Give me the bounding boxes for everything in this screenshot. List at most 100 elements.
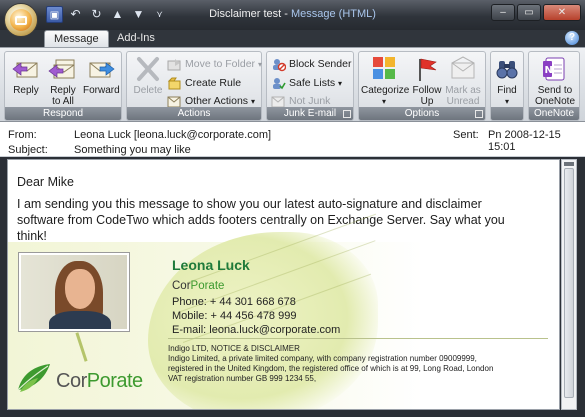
create-rule-button[interactable]: Create Rule: [167, 75, 241, 92]
group-onenote: N Send to OneNote OneNote: [528, 51, 580, 121]
other-actions-label: Other Actions: [185, 95, 249, 107]
forward-button[interactable]: Forward: [83, 55, 120, 96]
delete-x-icon: [133, 55, 163, 83]
signature-company: CorPorate: [172, 280, 224, 292]
onenote-icon: N: [540, 55, 570, 83]
reply-button[interactable]: Reply: [8, 55, 44, 96]
window-frame-bottom: [0, 410, 585, 417]
logo-text-part-1: Cor: [56, 370, 87, 392]
send-to-onenote-button[interactable]: N Send to OneNote: [533, 55, 577, 107]
scroll-up-icon[interactable]: [564, 162, 574, 166]
signature-mobile: Mobile: + 44 456 478 999: [172, 310, 297, 322]
sent-value: Pn 2008-12-15 15:01: [488, 129, 561, 153]
reply-all-button[interactable]: Reply to All: [45, 55, 81, 107]
leaf-stem: [75, 332, 88, 362]
reply-all-label-2: to All: [52, 96, 74, 107]
follow-up-label-2: Up: [420, 96, 434, 107]
binoculars-icon: [492, 55, 522, 83]
vertical-scrollbar[interactable]: [561, 159, 577, 410]
window-title-type: Message (HTML): [290, 8, 376, 20]
safe-lists-icon: [273, 78, 286, 90]
title-bar: ▣ ↶ ↻ ▲ ▼ ⋎ Disclaimer test - Message (H…: [0, 0, 585, 30]
minimize-button[interactable]: –: [491, 4, 515, 21]
folder-move-icon: [167, 59, 181, 71]
follow-up-label-1: Follow: [412, 85, 442, 96]
signature-divider: [168, 338, 548, 339]
help-icon[interactable]: ?: [565, 31, 579, 45]
email-signature: Leona Luck CorPorate Phone: + 44 301 668…: [8, 213, 559, 409]
delete-label: Delete: [133, 85, 163, 96]
legal-disclaimer: Indigo LTD, NOTICE & DISCLAIMER Indigo L…: [168, 344, 558, 384]
delete-button[interactable]: Delete: [130, 55, 166, 96]
categorize-button[interactable]: Categorize ▾: [361, 55, 410, 107]
svg-text:N: N: [545, 65, 553, 76]
group-label-actions: Actions: [127, 107, 261, 120]
move-to-folder-button[interactable]: Move to Folder ▾: [167, 56, 262, 73]
maximize-button[interactable]: ▭: [517, 4, 541, 21]
reply-label: Reply: [13, 85, 39, 96]
logo-text-part-2: Porate: [86, 370, 143, 392]
signature-company-part-2: Porate: [190, 280, 225, 292]
create-rule-label: Create Rule: [185, 77, 242, 89]
window-controls: – ▭ ✕: [491, 4, 581, 21]
block-sender-button[interactable]: Block Sender: [271, 56, 351, 73]
signature-email: E-mail: leona.luck@corporate.com: [172, 324, 341, 336]
safe-lists-button[interactable]: Safe Lists ▾: [271, 75, 342, 92]
mark-as-unread-button[interactable]: Mark as Unread: [445, 55, 481, 107]
office-logo-icon: [10, 9, 32, 31]
categorize-dropdown-icon: ▾: [381, 97, 386, 106]
greeting: Dear Mike: [17, 175, 74, 189]
signature-phone: Phone: + 44 301 668 678: [172, 296, 296, 308]
follow-up-button[interactable]: Follow Up: [409, 55, 445, 107]
block-sender-icon: [273, 59, 286, 72]
signature-company-part-1: Cor: [172, 280, 191, 292]
from-value[interactable]: Leona Luck [leona.luck@corporate.com]: [74, 129, 271, 141]
tab-add-ins[interactable]: Add-Ins: [108, 30, 164, 47]
logo-text: CorPorate: [56, 370, 143, 393]
not-junk-label: Not Junk: [289, 95, 331, 107]
legal-title: Indigo LTD, NOTICE & DISCLAIMER: [168, 344, 300, 353]
ribbon-tabs: Message Add-Ins ?: [0, 30, 585, 47]
office-button[interactable]: [4, 3, 38, 37]
tab-message[interactable]: Message: [44, 30, 109, 47]
forward-label: Forward: [83, 85, 120, 96]
legal-line-1: Indigo Limited, a private limited compan…: [168, 354, 477, 363]
group-respond: Reply Reply to All Forward Respond: [4, 51, 122, 121]
mark-unread-icon: [448, 55, 478, 83]
safe-lists-label: Safe Lists: [289, 77, 336, 89]
categorize-label: Categorize: [361, 85, 410, 96]
signature-name: Leona Luck: [172, 257, 250, 273]
send-to-onenote-label-1: Send to: [537, 85, 573, 96]
reply-icon: [11, 55, 41, 83]
find-button[interactable]: Find ▾: [491, 55, 523, 107]
scroll-thumb[interactable]: [564, 168, 574, 398]
find-label: Find: [497, 85, 517, 96]
group-options: Categorize ▾ Follow Up Mark as Unread Op…: [358, 51, 486, 121]
leaf-logo-icon: [17, 364, 50, 392]
group-label-options: Options: [359, 107, 485, 120]
subject-label: Subject:: [8, 144, 48, 156]
profile-photo: [18, 252, 130, 332]
window-title-main: Disclaimer test -: [209, 8, 291, 20]
group-label-junk-email: Junk E-mail: [267, 107, 353, 120]
legal-line-3: VAT registration number GB 999 1234 55,: [168, 374, 317, 383]
find-dropdown-icon: ▾: [504, 97, 509, 106]
corporate-logo: CorPorate: [16, 362, 156, 402]
reply-all-label-1: Reply: [50, 85, 76, 96]
close-button[interactable]: ✕: [543, 4, 581, 21]
from-label: From:: [8, 129, 37, 141]
reply-all-icon: [48, 55, 78, 83]
group-find: Find ▾: [490, 51, 524, 121]
group-junk-email: Block Sender Safe Lists ▾ Not Junk Junk …: [266, 51, 354, 121]
options-launcher[interactable]: [475, 110, 483, 118]
group-label-respond: Respond: [5, 107, 121, 120]
junk-email-options-launcher[interactable]: [343, 110, 351, 118]
flag-icon: [412, 55, 442, 83]
send-to-onenote-label-2: OneNote: [534, 96, 576, 107]
move-to-folder-label: Move to Folder: [185, 58, 256, 70]
mark-as-unread-label-2: Unread: [446, 96, 480, 107]
message-body[interactable]: Dear Mike I am sending you this message …: [7, 159, 560, 410]
message-header: From: Leona Luck [leona.luck@corporate.c…: [0, 122, 585, 157]
legal-line-2: registered in the United Kingdom, the re…: [168, 364, 494, 373]
forward-icon: [86, 55, 116, 83]
